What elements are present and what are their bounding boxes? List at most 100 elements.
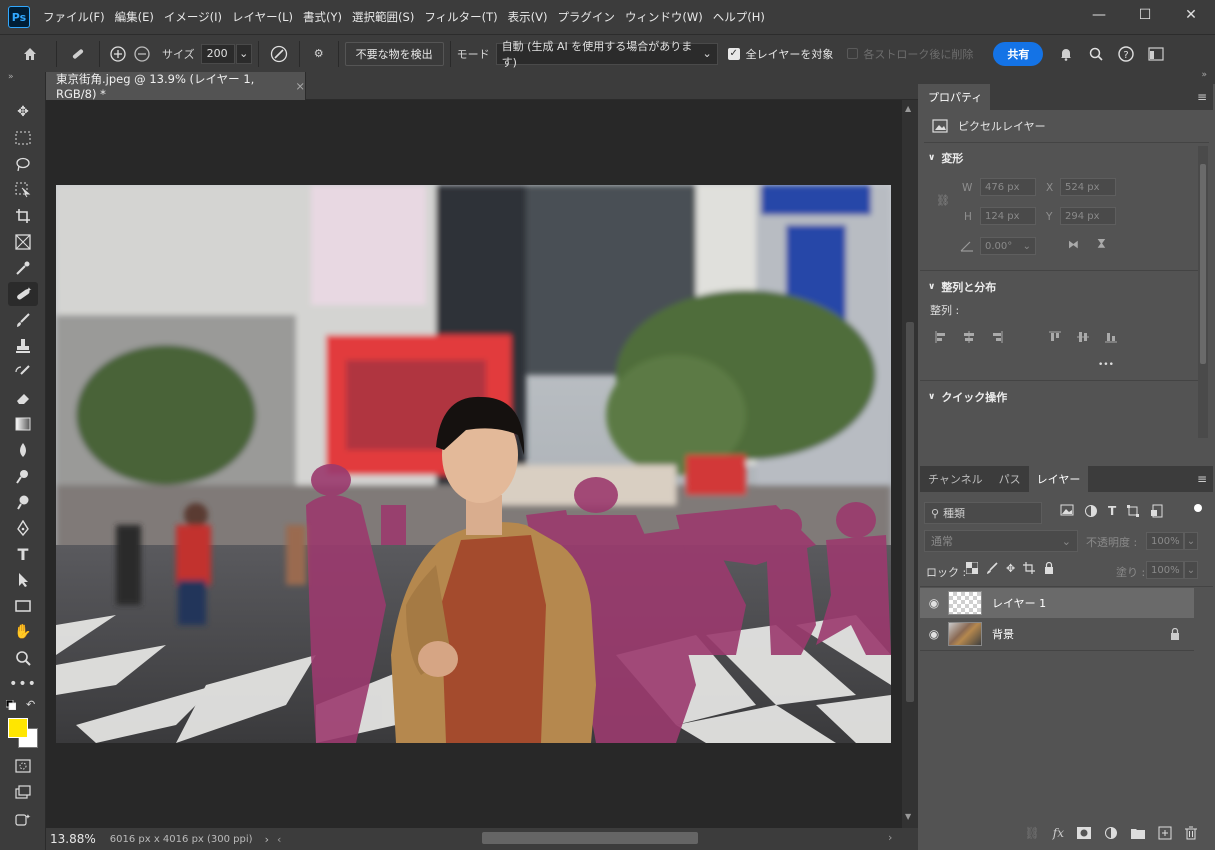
tab-paths[interactable]: パス	[991, 466, 1029, 492]
object-select-tool-icon[interactable]	[8, 178, 38, 202]
menu-filter[interactable]: フィルター(T)	[419, 0, 502, 34]
add-brush-mode-icon[interactable]	[106, 41, 130, 67]
eraser-tool-icon[interactable]	[8, 386, 38, 410]
more-tools-icon[interactable]: •••	[8, 672, 38, 696]
lock-pixels-icon[interactable]	[986, 562, 998, 574]
adjustment-layer-icon[interactable]	[1104, 826, 1118, 840]
magnify-dodge-icon[interactable]	[8, 490, 38, 514]
layer-row-layer1[interactable]: ◉ レイヤー 1	[920, 588, 1194, 618]
link-icon[interactable]: ⛓	[936, 194, 950, 207]
path-select-tool-icon[interactable]	[8, 568, 38, 592]
marquee-tool-icon[interactable]	[8, 126, 38, 150]
rectangle-tool-icon[interactable]	[8, 594, 38, 618]
mode-select[interactable]: 自動 (生成 AI を使用する場合があります) ⌄	[495, 40, 718, 69]
home-icon[interactable]	[10, 41, 50, 67]
filter-pixel-icon[interactable]	[1060, 504, 1074, 516]
swap-colors-icon[interactable]: ↶	[26, 698, 35, 711]
h-input[interactable]: 124 px	[980, 207, 1036, 225]
stamp-tool-icon[interactable]	[8, 334, 38, 358]
gradient-tool-icon[interactable]	[8, 412, 38, 436]
angle-input[interactable]: 0.00° ⌄	[980, 237, 1036, 255]
filter-type-icon[interactable]: T	[1108, 504, 1116, 518]
more-options-icon[interactable]: •••	[1098, 360, 1114, 370]
tab-channels[interactable]: チャンネル	[920, 466, 991, 492]
menu-window[interactable]: ウィンドウ(W)	[620, 0, 708, 34]
zoom-level[interactable]: 13.88%	[50, 832, 96, 846]
w-input[interactable]: 476 px	[980, 178, 1036, 196]
lock-artboard-icon[interactable]	[1023, 562, 1036, 574]
align-top-icon[interactable]	[1048, 330, 1062, 344]
collapse-panels-icon[interactable]: »	[1201, 70, 1207, 80]
all-layers-checkbox[interactable]: ✓	[727, 47, 740, 60]
lasso-tool-icon[interactable]	[8, 152, 38, 176]
layer-name[interactable]: 背景	[992, 626, 1014, 642]
eye-icon[interactable]: ◉	[920, 627, 948, 641]
blur-tool-icon[interactable]	[8, 438, 38, 462]
layer-filter-select[interactable]: ⚲ 種類	[924, 502, 1042, 524]
menu-image[interactable]: イメージ(I)	[159, 0, 227, 34]
chevron-down-icon[interactable]: ⌄	[235, 43, 252, 64]
workspace-icon[interactable]	[1141, 41, 1171, 67]
foreground-color-swatch[interactable]	[8, 718, 28, 738]
lock-transparent-icon[interactable]	[966, 562, 978, 574]
layer-row-background[interactable]: ◉ 背景	[920, 619, 1194, 649]
zoom-tool-icon[interactable]	[8, 646, 38, 670]
folder-icon[interactable]	[1131, 827, 1145, 839]
filter-adjustment-icon[interactable]	[1084, 504, 1098, 518]
properties-scrollbar[interactable]	[1198, 146, 1208, 438]
remove-tool-icon[interactable]: ✦	[8, 282, 38, 306]
scroll-up-icon[interactable]: ▲	[905, 104, 911, 113]
tab-layers[interactable]: レイヤー	[1028, 466, 1089, 492]
pressure-size-icon[interactable]	[265, 41, 293, 67]
panel-menu-icon[interactable]: ≡	[1197, 90, 1207, 104]
eye-icon[interactable]: ◉	[920, 596, 948, 610]
document-tab[interactable]: 東京街角.jpeg @ 13.9% (レイヤー 1, RGB/8) * ×	[46, 72, 306, 101]
fill-input[interactable]: 100%	[1146, 561, 1184, 579]
chevron-down-icon[interactable]: ⌄	[1184, 561, 1198, 579]
flip-vertical-icon[interactable]: ⧓	[1095, 238, 1108, 249]
align-right-icon[interactable]	[990, 330, 1004, 344]
size-input[interactable]: 200	[200, 43, 235, 64]
subtract-brush-mode-icon[interactable]	[130, 41, 154, 67]
opacity-input[interactable]: 100%	[1146, 532, 1184, 550]
search-icon[interactable]	[1081, 41, 1111, 67]
blend-mode-select[interactable]: 通常 ⌄	[924, 530, 1078, 552]
quick-mask-icon[interactable]	[8, 754, 38, 778]
vertical-scroll-thumb[interactable]	[906, 322, 914, 702]
properties-scroll-thumb[interactable]	[1200, 164, 1206, 364]
expand-arrows-icon[interactable]: »	[8, 72, 14, 82]
history-brush-tool-icon[interactable]	[8, 360, 38, 384]
minimize-button[interactable]: —	[1076, 0, 1122, 30]
flip-horizontal-icon[interactable]: ⧓	[1068, 238, 1079, 251]
canvas-photo[interactable]	[56, 185, 891, 743]
align-bottom-icon[interactable]	[1104, 330, 1118, 344]
align-left-icon[interactable]	[934, 330, 948, 344]
menu-help[interactable]: ヘルプ(H)	[708, 0, 770, 34]
align-middle-v-icon[interactable]	[1076, 330, 1090, 344]
trash-icon[interactable]	[1185, 826, 1197, 840]
scroll-down-icon[interactable]: ▼	[905, 812, 911, 821]
align-center-h-icon[interactable]	[962, 330, 976, 344]
scroll-right-icon[interactable]: ›	[888, 831, 892, 844]
move-tool-icon[interactable]: ✥	[8, 100, 38, 124]
panel-menu-icon[interactable]: ≡	[1197, 472, 1207, 486]
menu-plugins[interactable]: プラグイン	[552, 0, 620, 34]
maximize-button[interactable]: ☐	[1122, 0, 1168, 30]
share-button[interactable]: 共有	[993, 41, 1044, 66]
close-window-button[interactable]: ✕	[1168, 0, 1214, 30]
tab-properties[interactable]: プロパティ	[920, 84, 991, 110]
type-tool-icon[interactable]: T	[8, 542, 38, 566]
menu-type[interactable]: 書式(Y)	[298, 0, 347, 34]
quick-actions-header[interactable]: ∨ クイック操作	[920, 386, 1007, 408]
filter-smart-object-icon[interactable]	[1150, 504, 1164, 518]
filter-shape-icon[interactable]	[1126, 504, 1140, 518]
menu-edit[interactable]: 編集(E)	[110, 0, 159, 34]
dodge-tool-icon[interactable]	[8, 464, 38, 488]
menu-select[interactable]: 選択範囲(S)	[347, 0, 419, 34]
lock-position-icon[interactable]: ✥	[1006, 562, 1015, 575]
filter-toggle-icon[interactable]	[1194, 504, 1202, 512]
chevron-right-icon[interactable]: ›	[265, 833, 269, 846]
menu-file[interactable]: ファイル(F)	[38, 0, 110, 34]
menu-layer[interactable]: レイヤー(L)	[227, 0, 298, 34]
screen-mode-icon[interactable]	[8, 780, 38, 804]
